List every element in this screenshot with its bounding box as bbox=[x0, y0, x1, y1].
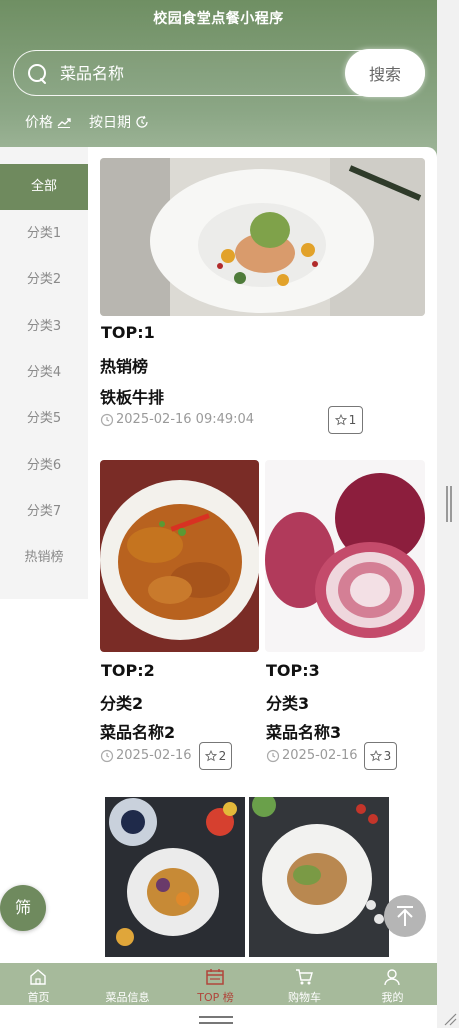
clock-icon bbox=[100, 749, 114, 762]
resize-grip-icon[interactable] bbox=[441, 1010, 457, 1026]
item-category-3: 分类3 bbox=[266, 694, 310, 713]
item-rank-3: TOP:3 bbox=[266, 661, 320, 680]
item-category-2: 分类2 bbox=[100, 694, 144, 713]
item-date-1: 2025-02-16 09:49:04 bbox=[100, 412, 254, 427]
favorite-count-2: 2 bbox=[218, 749, 227, 763]
sort-price-label: 价格 bbox=[25, 115, 53, 131]
tab-mine-label: 我的 bbox=[381, 991, 404, 1004]
clock-refresh-icon bbox=[136, 115, 148, 128]
favorite-button-1[interactable]: 1 bbox=[328, 406, 363, 434]
item-name-2[interactable]: 菜品名称2 bbox=[100, 719, 175, 743]
item-date-text-3: 2025-02-16 bbox=[282, 748, 358, 763]
user-icon bbox=[384, 969, 400, 986]
category-item-3[interactable]: 分类3 bbox=[0, 304, 88, 350]
search-input[interactable] bbox=[60, 60, 340, 86]
favorite-button-2[interactable]: 2 bbox=[199, 742, 232, 770]
home-icon bbox=[30, 969, 46, 985]
category-sidebar: 全部 分类1 分类2 分类3 分类4 分类5 分类6 分类7 热销榜 bbox=[0, 147, 88, 599]
tab-top[interactable]: TOP 榜 bbox=[172, 963, 259, 1005]
star-icon bbox=[204, 750, 217, 762]
food-image-2[interactable] bbox=[100, 460, 259, 652]
star-icon bbox=[369, 750, 382, 762]
sort-by-price[interactable]: 价格 bbox=[25, 112, 71, 132]
tab-cart[interactable]: 购物车 bbox=[261, 963, 348, 1005]
food-image-4[interactable] bbox=[105, 797, 245, 957]
search-icon bbox=[28, 64, 46, 84]
search-button[interactable]: 搜索 bbox=[345, 49, 425, 97]
tab-home[interactable]: 首页 bbox=[0, 963, 82, 1005]
tab-home-label: 首页 bbox=[27, 991, 50, 1004]
cart-icon bbox=[296, 969, 313, 985]
category-item-4[interactable]: 分类4 bbox=[0, 350, 88, 396]
item-name-3[interactable]: 菜品名称3 bbox=[266, 719, 341, 743]
calendar-icon bbox=[206, 969, 224, 985]
category-item-2[interactable]: 分类2 bbox=[0, 257, 88, 303]
arrow-up-icon bbox=[397, 906, 413, 926]
category-item-7[interactable]: 分类7 bbox=[0, 489, 88, 535]
sort-date-label: 按日期 bbox=[89, 115, 131, 131]
category-item-5[interactable]: 分类5 bbox=[0, 396, 88, 442]
item-date-3: 2025-02-16 bbox=[266, 748, 358, 763]
star-icon bbox=[334, 414, 347, 426]
item-date-2: 2025-02-16 bbox=[100, 748, 192, 763]
item-rank-2: TOP:2 bbox=[101, 661, 155, 680]
item-date-text-1: 2025-02-16 09:49:04 bbox=[116, 412, 255, 427]
category-item-hot[interactable]: 热销榜 bbox=[0, 535, 88, 581]
category-item-1[interactable]: 分类1 bbox=[0, 211, 88, 257]
back-to-top-button[interactable] bbox=[384, 895, 426, 937]
item-date-text-2: 2025-02-16 bbox=[116, 748, 192, 763]
content-panel: 全部 分类1 分类2 分类3 分类4 分类5 分类6 分类7 热销榜 TOP:1… bbox=[0, 147, 437, 967]
favorite-count-3: 3 bbox=[383, 749, 392, 763]
clock-icon bbox=[100, 413, 114, 426]
category-item-all[interactable]: 全部 bbox=[0, 164, 88, 210]
tab-bar: 首页 菜品信息 TOP 榜 购物车 我的 bbox=[0, 963, 437, 1005]
tab-top-label: TOP 榜 bbox=[197, 991, 234, 1004]
app-title: 校园食堂点餐小程序 bbox=[153, 11, 284, 27]
tab-dishes-label: 菜品信息 bbox=[105, 991, 150, 1004]
tab-cart-label: 购物车 bbox=[288, 991, 321, 1004]
clock-icon bbox=[266, 749, 280, 762]
dish-icon bbox=[119, 977, 135, 986]
item-category-1: 热销榜 bbox=[100, 357, 149, 376]
food-image-1[interactable] bbox=[100, 158, 425, 316]
tab-dishes[interactable]: 菜品信息 bbox=[84, 963, 171, 1005]
food-image-3[interactable] bbox=[265, 460, 425, 652]
scrollbar-thumb[interactable] bbox=[446, 486, 452, 522]
home-indicator[interactable] bbox=[199, 1016, 233, 1024]
filter-button[interactable]: 筛 bbox=[0, 885, 46, 931]
category-item-6[interactable]: 分类6 bbox=[0, 443, 88, 489]
trend-up-icon bbox=[57, 118, 71, 128]
tab-mine[interactable]: 我的 bbox=[349, 963, 436, 1005]
sort-by-date[interactable]: 按日期 bbox=[89, 112, 149, 132]
item-name-1[interactable]: 铁板牛排 bbox=[100, 384, 164, 408]
food-image-5[interactable] bbox=[249, 797, 389, 957]
app-screen: 校园食堂点餐小程序 搜索 价格 按日期 bbox=[0, 0, 437, 1028]
favorite-count-1: 1 bbox=[348, 413, 357, 427]
favorite-button-3[interactable]: 3 bbox=[364, 742, 397, 770]
item-rank-1: TOP:1 bbox=[101, 323, 155, 342]
